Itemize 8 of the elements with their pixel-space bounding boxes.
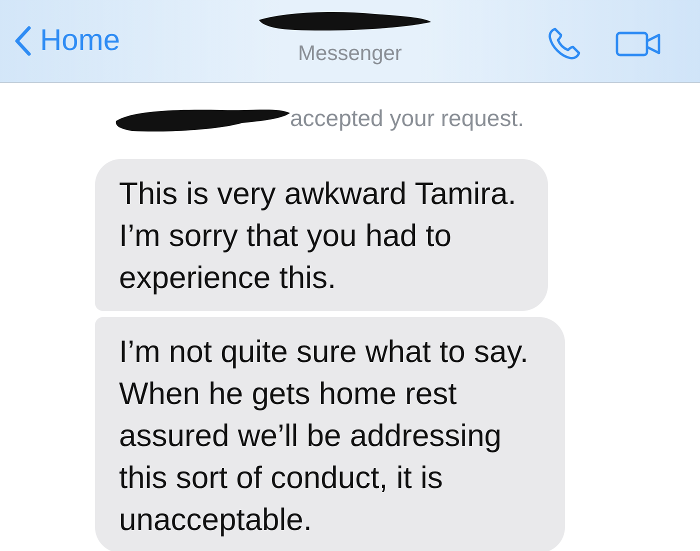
notice-text: accepted your request. [290, 105, 524, 132]
back-button[interactable]: Home [14, 24, 120, 58]
phone-icon[interactable] [546, 26, 582, 62]
message-bubble: This is very awkward Tamira. I’m sorry that you had to experience this. [95, 159, 548, 311]
app-subtitle: Messenger [298, 42, 402, 65]
chevron-left-icon [14, 25, 32, 57]
video-camera-icon[interactable] [615, 30, 663, 58]
message-bubble: I’m not quite sure what to say. When he gets home rest assured we’ll be addressing this sort of conduct, it is unacceptable. [95, 317, 565, 551]
